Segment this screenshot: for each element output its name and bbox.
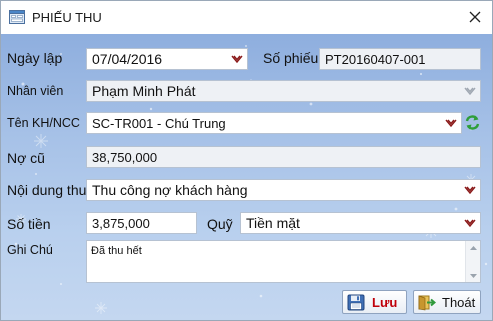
form-icon <box>9 10 25 24</box>
exit-door-icon <box>418 295 436 311</box>
receipt-number-label: Số phiếu <box>263 50 319 66</box>
amount-label: Số tiền <box>7 216 51 232</box>
content-select[interactable]: Thu công nợ khách hàng <box>86 179 481 201</box>
title-bar: PHIẾU THU <box>1 1 492 34</box>
save-button-label: Lưu <box>372 295 398 310</box>
fund-label: Quỹ <box>207 216 233 232</box>
exit-button[interactable]: Thoát <box>413 290 481 314</box>
chevron-down-icon <box>464 219 476 228</box>
customer-label: Tên KH/NCC <box>7 116 80 130</box>
date-picker[interactable]: 07/04/2016 <box>86 48 248 70</box>
old-debt-value: 38,750,000 <box>92 150 158 165</box>
receipt-number-value: PT20160407-001 <box>325 52 426 67</box>
note-scrollbar[interactable] <box>465 241 480 282</box>
customer-value: SC-TR001 - Chú Trung <box>92 116 226 131</box>
close-icon <box>469 11 481 23</box>
content-label: Nội dung thu <box>7 182 87 198</box>
fund-select[interactable]: Tiền mặt <box>240 212 481 234</box>
note-label: Ghi Chú <box>7 243 53 257</box>
receipt-number-field: PT20160407-001 <box>319 48 481 70</box>
amount-input[interactable]: 3,875,000 <box>86 212 197 234</box>
note-value: Đã thu hết <box>91 245 142 257</box>
customer-select[interactable]: SC-TR001 - Chú Trung <box>86 112 462 134</box>
window-title: PHIẾU THU <box>32 10 102 25</box>
scroll-up-icon[interactable] <box>467 244 480 252</box>
fund-value: Tiền mặt <box>246 215 300 231</box>
employee-select[interactable]: Phạm Minh Phát <box>86 80 481 102</box>
note-textarea[interactable]: Đã thu hết <box>86 240 481 283</box>
chevron-down-icon <box>464 186 476 195</box>
fund-dropdown-button[interactable] <box>463 217 477 229</box>
old-debt-field: 38,750,000 <box>86 146 481 168</box>
chevron-down-icon <box>445 119 457 128</box>
date-value: 07/04/2016 <box>92 51 163 67</box>
chevron-down-icon <box>231 55 243 64</box>
old-debt-label: Nợ cũ <box>7 150 45 166</box>
exit-button-label: Thoát <box>442 295 476 310</box>
date-label: Ngày lập <box>7 50 63 66</box>
customer-dropdown-button[interactable] <box>444 117 458 129</box>
scroll-down-icon[interactable] <box>467 272 480 280</box>
save-button[interactable]: Lưu <box>342 290 407 314</box>
employee-value: Phạm Minh Phát <box>92 83 196 99</box>
employee-label: Nhân viên <box>7 84 64 98</box>
chevron-down-icon <box>464 87 476 96</box>
amount-value: 3,875,000 <box>92 216 150 231</box>
close-button[interactable] <box>463 6 487 28</box>
refresh-icon[interactable] <box>464 114 481 131</box>
date-dropdown-button[interactable] <box>230 53 244 65</box>
content-value: Thu công nợ khách hàng <box>92 182 248 198</box>
form-body: Ngày lập 07/04/2016 Số phiếu PT20160407-… <box>1 34 492 320</box>
receipt-window: PHIẾU THU Ngày lập 07/04/2016 Số phiếu P… <box>0 0 493 321</box>
employee-dropdown-button[interactable] <box>463 85 477 97</box>
content-dropdown-button[interactable] <box>463 184 477 196</box>
floppy-disk-icon <box>347 294 365 311</box>
